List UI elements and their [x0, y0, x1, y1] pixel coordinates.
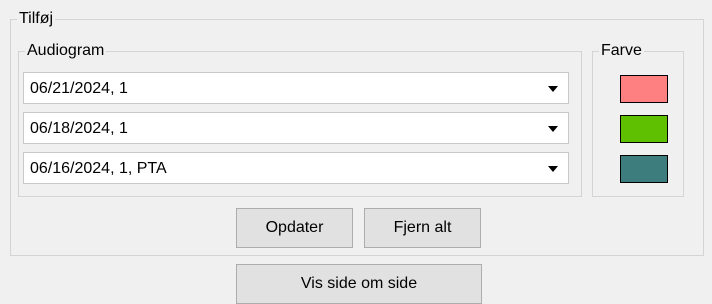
dropdown-arrow-icon[interactable] [538, 113, 568, 143]
dropdown-arrow-icon[interactable] [538, 73, 568, 103]
audiogram-select-2-value: 06/18/2024, 1 [30, 120, 128, 137]
audiogram-select-3-value: 06/16/2024, 1, PTA [30, 160, 167, 177]
remove-all-button[interactable]: Fjern alt [364, 208, 481, 248]
audiogram-select-2[interactable]: 06/18/2024, 1 [23, 112, 569, 144]
color-swatch-2[interactable] [620, 115, 668, 143]
update-button[interactable]: Opdater [236, 208, 353, 248]
audiogram-select-1-value: 06/21/2024, 1 [30, 80, 128, 97]
audiogram-select-1[interactable]: 06/21/2024, 1 [23, 72, 569, 104]
audiogram-group-title: Audiogram [25, 42, 107, 60]
color-swatch-3[interactable] [620, 155, 668, 183]
side-by-side-button[interactable]: Vis side om side [236, 264, 482, 304]
color-group-title: Farve [599, 42, 644, 60]
dropdown-arrow-icon[interactable] [538, 153, 568, 183]
add-group-title: Tilføj [17, 10, 56, 28]
audiogram-select-3[interactable]: 06/16/2024, 1, PTA [23, 152, 569, 184]
color-swatch-1[interactable] [620, 75, 668, 103]
